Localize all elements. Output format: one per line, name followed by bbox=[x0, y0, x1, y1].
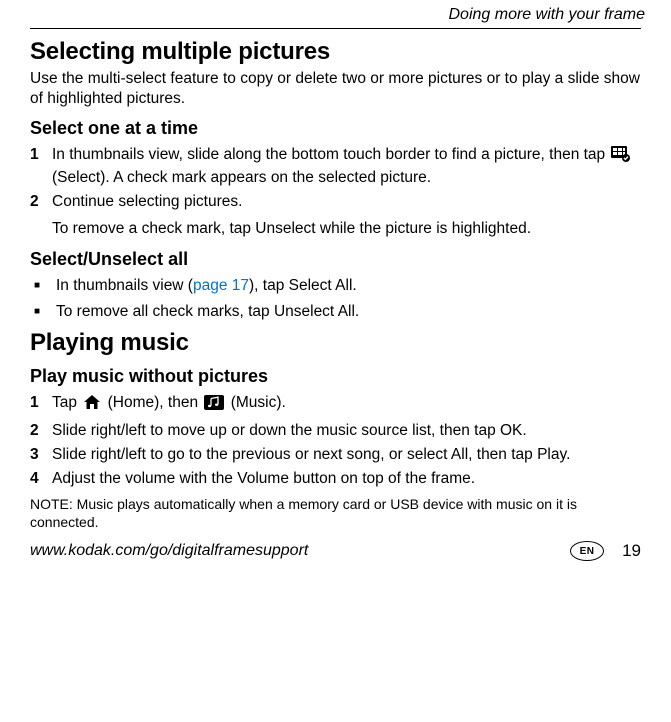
page-number: 19 bbox=[622, 541, 641, 561]
list-item: 2 Slide right/left to move up or down th… bbox=[30, 421, 641, 441]
running-head: Doing more with your frame bbox=[30, 6, 645, 24]
ordered-list-music: 1 Tap (Home), then (Music). bbox=[30, 393, 641, 489]
text-run: Tap bbox=[52, 394, 81, 411]
footer-url[interactable]: www.kodak.com/go/digitalframesupport bbox=[30, 542, 308, 560]
list-item: 1 In thumbnails view, slide along the bo… bbox=[30, 145, 641, 188]
list-item: In thumbnails view (page 17), tap Select… bbox=[30, 276, 641, 296]
step-number: 1 bbox=[30, 393, 52, 416]
note-text: NOTE: Music plays automatically when a m… bbox=[30, 495, 641, 531]
text-run: (Home), then bbox=[108, 394, 203, 411]
step-number: 4 bbox=[30, 469, 52, 489]
list-item: 2 Continue selecting pictures. bbox=[30, 192, 641, 212]
step-number: 2 bbox=[30, 192, 52, 212]
list-item: 4 Adjust the volume with the Volume butt… bbox=[30, 469, 641, 489]
subheading-select-one: Select one at a time bbox=[30, 118, 641, 139]
intro-paragraph: Use the multi-select feature to copy or … bbox=[30, 69, 641, 108]
step-text: Slide right/left to go to the previous o… bbox=[52, 445, 641, 465]
list-item: 1 Tap (Home), then (Music). bbox=[30, 393, 641, 416]
music-icon bbox=[204, 395, 224, 416]
step-text: Adjust the volume with the Volume button… bbox=[52, 469, 641, 489]
step-number: 1 bbox=[30, 145, 52, 188]
body-note: To remove a check mark, tap Unselect whi… bbox=[52, 219, 641, 239]
step-text: Continue selecting pictures. bbox=[52, 192, 641, 212]
bullet-text: In thumbnails view (page 17), tap Select… bbox=[56, 276, 357, 296]
bullet-text: To remove all check marks, tap Unselect … bbox=[56, 302, 359, 322]
step-number: 2 bbox=[30, 421, 52, 441]
heading-playing-music: Playing music bbox=[30, 330, 641, 356]
step-text: Tap (Home), then (Music). bbox=[52, 393, 641, 416]
subheading-music-no-pictures: Play music without pictures bbox=[30, 366, 641, 387]
page-reference-link[interactable]: page 17 bbox=[193, 277, 249, 294]
text-run: In thumbnails view, slide along the bott… bbox=[52, 146, 609, 163]
step-number: 3 bbox=[30, 445, 52, 465]
step-text: Slide right/left to move up or down the … bbox=[52, 421, 641, 441]
header-rule bbox=[30, 28, 641, 29]
step-text: In thumbnails view, slide along the bott… bbox=[52, 145, 641, 188]
text-run: (Music). bbox=[231, 394, 286, 411]
heading-selecting-multiple: Selecting multiple pictures bbox=[30, 39, 641, 65]
ordered-list-select-one: 1 In thumbnails view, slide along the bo… bbox=[30, 145, 641, 212]
home-icon bbox=[83, 395, 101, 416]
subheading-select-all: Select/Unselect all bbox=[30, 249, 641, 270]
bullet-list-select-all: In thumbnails view (page 17), tap Select… bbox=[30, 276, 641, 322]
select-icon bbox=[611, 146, 631, 168]
page-footer: www.kodak.com/go/digitalframesupport EN … bbox=[30, 541, 641, 561]
language-badge: EN bbox=[570, 541, 604, 561]
list-item: To remove all check marks, tap Unselect … bbox=[30, 302, 641, 322]
list-item: 3 Slide right/left to go to the previous… bbox=[30, 445, 641, 465]
text-run: (Select). A check mark appears on the se… bbox=[52, 169, 431, 186]
text-run: In thumbnails view ( bbox=[56, 277, 193, 294]
text-run: ), tap Select All. bbox=[249, 277, 357, 294]
